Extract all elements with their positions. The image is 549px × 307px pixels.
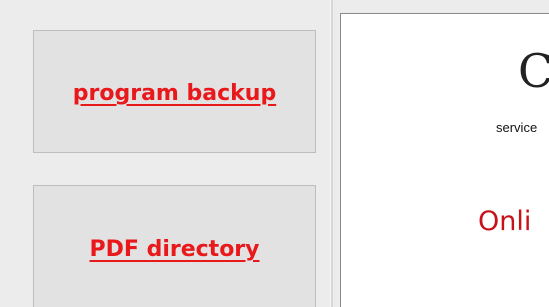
program-backup-button[interactable]: program backup — [33, 30, 316, 153]
content-pane: C service Onli — [340, 13, 549, 307]
online-heading: Onli — [478, 206, 532, 237]
panel-divider — [330, 0, 333, 307]
pdf-directory-button[interactable]: PDF directory — [33, 185, 316, 307]
content-subtitle: service — [496, 120, 538, 135]
program-backup-link[interactable]: program backup — [73, 81, 276, 106]
content-title: C — [518, 48, 549, 94]
sidebar: program backup PDF directory — [0, 0, 330, 307]
pdf-directory-link[interactable]: PDF directory — [90, 237, 260, 262]
